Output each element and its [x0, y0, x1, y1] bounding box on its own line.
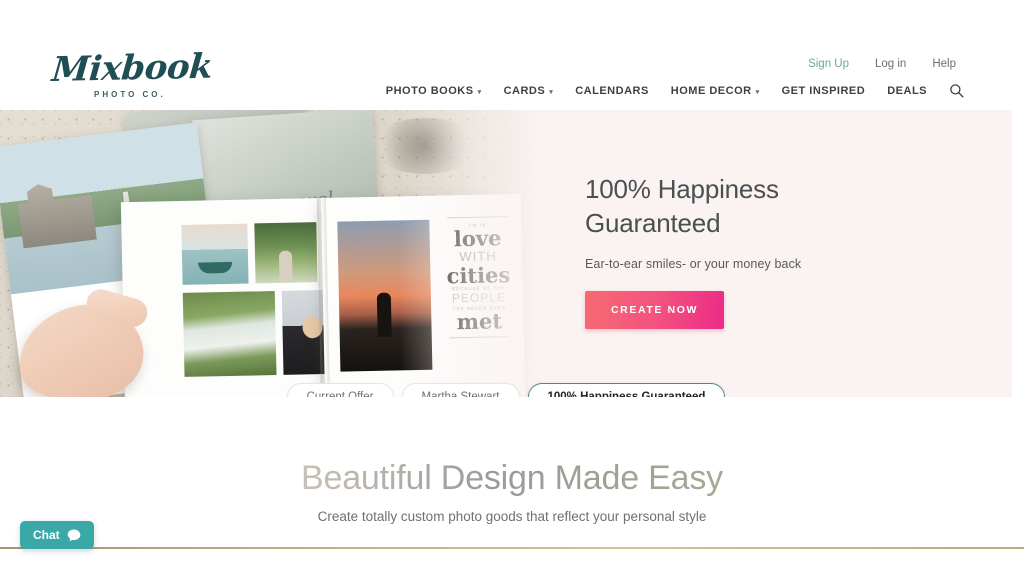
hero-copy: 100% Happiness Guaranteed Ear-to-ear smi… — [585, 172, 975, 329]
nav-item-get-inspired[interactable]: GET INSPIRED — [782, 85, 866, 97]
nav-label: CARDS — [503, 84, 546, 97]
nav-label: PHOTO BOOKS — [385, 84, 474, 97]
section-heading: Beautiful Design Made Easy — [0, 459, 1024, 498]
hero-title-line-1: 100% Happiness — [585, 174, 779, 204]
nav-label: GET INSPIRED — [781, 84, 866, 97]
login-link[interactable]: Log in — [875, 58, 906, 70]
nav-label: CALENDARS — [575, 84, 649, 97]
postcard-building — [16, 178, 97, 249]
chevron-down-icon: ▾ — [755, 88, 760, 96]
nav-label: DEALS — [887, 84, 927, 97]
main-nav: PHOTO BOOKS ▾ CARDS ▾ CALENDARS HOME DEC… — [386, 83, 964, 98]
photo-book-left-page — [120, 198, 344, 397]
nav-item-photo-books[interactable]: PHOTO BOOKS ▾ — [386, 85, 482, 97]
nav-item-home-decor[interactable]: HOME DECOR ▾ — [671, 85, 760, 97]
nav-item-deals[interactable]: DEALS — [887, 85, 927, 97]
hero-section: wsl A — [0, 110, 1012, 397]
book-photo-boat — [181, 223, 249, 285]
create-now-button[interactable]: CREATE NOW — [585, 291, 724, 329]
logo-wordmark: Mixbook — [50, 46, 215, 90]
nav-label: HOME DECOR — [670, 84, 752, 97]
chevron-down-icon: ▾ — [549, 88, 554, 96]
hero-subtitle: Ear-to-ear smiles- or your money back — [585, 257, 802, 271]
nav-item-cards[interactable]: CARDS ▾ — [504, 85, 554, 97]
section-divider — [0, 547, 1024, 549]
chat-widget-button[interactable]: Chat — [20, 521, 94, 549]
nav-item-calendars[interactable]: CALENDARS — [575, 85, 649, 97]
hero-photo-collage: wsl A — [0, 110, 545, 397]
site-logo[interactable]: Mixbook PHOTO CO. — [50, 47, 232, 99]
page-root: Mixbook PHOTO CO. Sign Up Log in Help PH… — [0, 0, 1024, 576]
photo-fade-overlay — [400, 110, 545, 397]
speech-bubble-icon — [67, 529, 80, 541]
chevron-down-icon: ▾ — [477, 88, 482, 96]
signup-link[interactable]: Sign Up — [808, 58, 849, 70]
book-photo-bridge — [254, 222, 318, 284]
utility-nav: Sign Up Log in Help — [808, 58, 956, 70]
hero-title: 100% Happiness Guaranteed — [585, 172, 975, 240]
logo-subtitle: PHOTO CO. — [94, 90, 166, 99]
chat-label: Chat — [33, 528, 60, 542]
below-hero-section: Beautiful Design Made Easy Create totall… — [0, 397, 1024, 576]
search-icon[interactable] — [949, 83, 964, 98]
book-photo-waterfall — [182, 291, 277, 377]
section-subheading: Create totally custom photo goods that r… — [317, 509, 707, 524]
silhouette-figure — [376, 292, 392, 337]
help-link[interactable]: Help — [932, 58, 956, 70]
hero-title-line-2: Guaranteed — [585, 208, 721, 238]
site-header: Mixbook PHOTO CO. Sign Up Log in Help PH… — [0, 0, 1024, 110]
